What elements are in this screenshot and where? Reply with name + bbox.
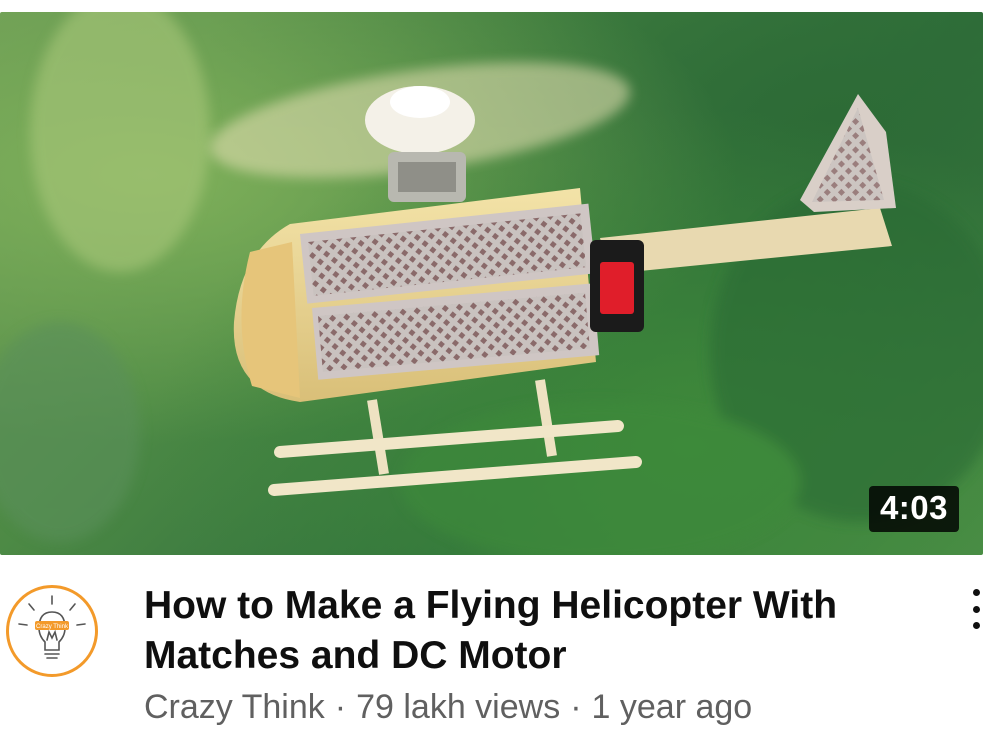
view-count: 79 lakh views (356, 688, 561, 726)
video-thumbnail[interactable]: 4:03 (0, 12, 983, 555)
svg-text:Crazy Think: Crazy Think (36, 624, 69, 630)
separator: · (570, 688, 582, 726)
video-title[interactable]: How to Make a Flying Helicopter With Mat… (144, 581, 914, 681)
separator: · (334, 688, 347, 726)
duration-badge: 4:03 (868, 486, 959, 532)
video-meta: Crazy Think How to Make a Flying Helicop… (0, 555, 990, 752)
video-subline: Crazy Think · 79 lakh views · 1 year ago (144, 688, 752, 727)
menu-dot (972, 622, 980, 629)
lightbulb-icon: Crazy Think (18, 595, 86, 659)
more-vert-icon[interactable] (966, 589, 986, 629)
channel-avatar[interactable]: Crazy Think (6, 585, 98, 677)
menu-dot (972, 589, 980, 596)
upload-age: 1 year ago (591, 688, 753, 726)
menu-dot (972, 605, 980, 613)
channel-name[interactable]: Crazy Think (144, 688, 325, 726)
thumbnail-image (0, 12, 983, 555)
